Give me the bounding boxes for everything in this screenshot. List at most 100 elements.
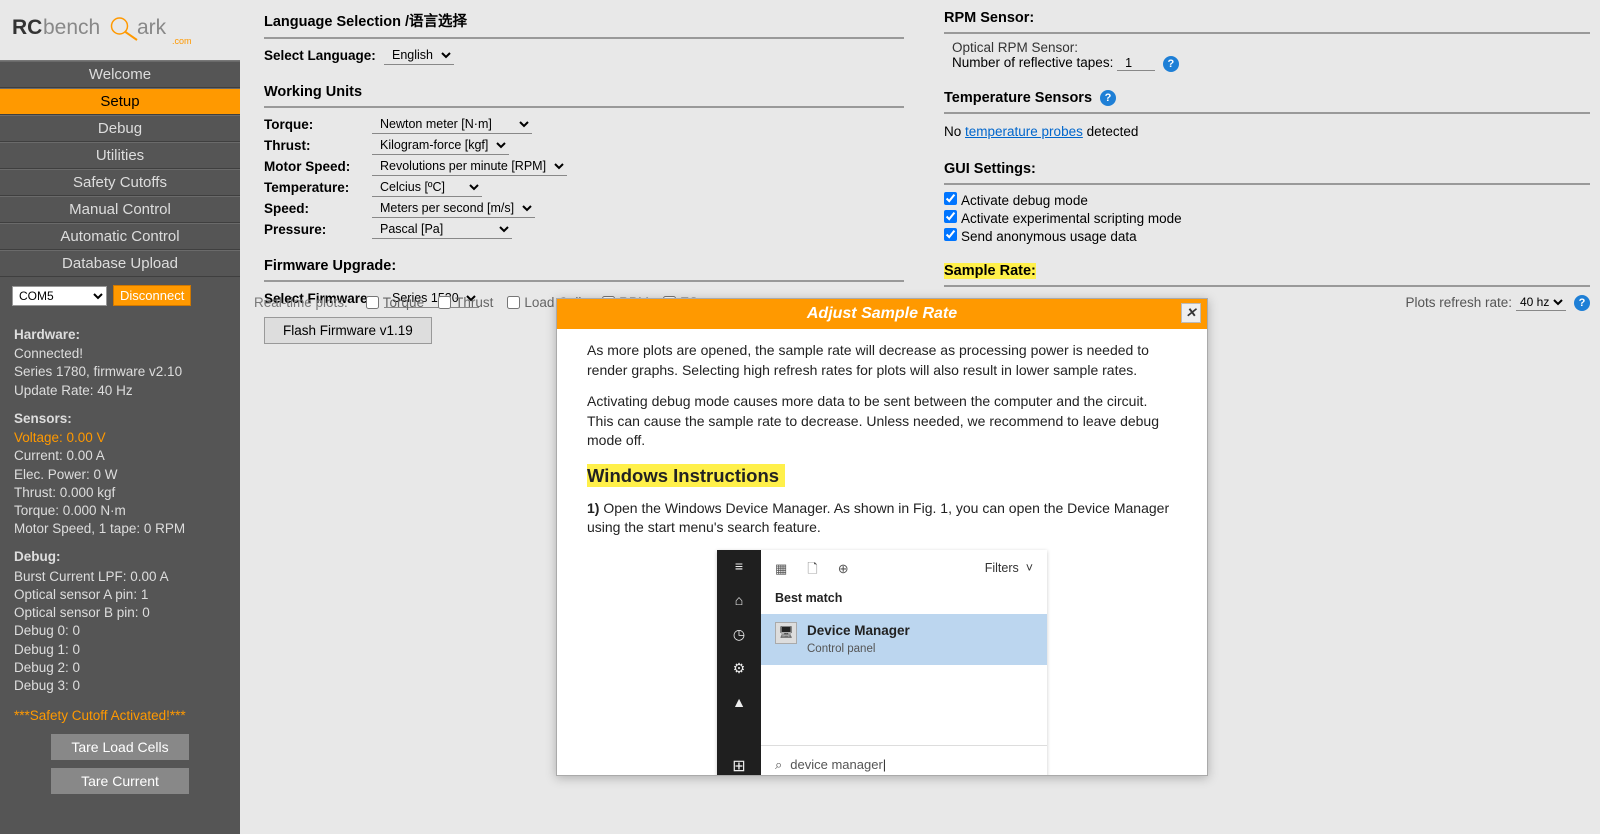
search-row: ⌕ device manager: [761, 745, 1047, 775]
sensor-current: Current: 0.00 A: [14, 447, 226, 465]
temp-no: No: [944, 124, 965, 139]
speed-select[interactable]: Meters per second [m/s]: [372, 199, 535, 218]
debug-mode-checkbox[interactable]: [944, 192, 957, 205]
motor-speed-label: Motor Speed:: [264, 159, 372, 174]
logo: RC bench ark .com: [0, 0, 240, 60]
adjust-sample-rate-modal: Adjust Sample Rate ✕ As more plots are o…: [556, 298, 1208, 776]
debug-1: Debug 1: 0: [14, 641, 226, 659]
nav-welcome[interactable]: Welcome: [0, 61, 240, 88]
svg-text:bench: bench: [43, 16, 100, 39]
refresh-select[interactable]: 40 hz: [1516, 294, 1566, 311]
usage-data-checkbox[interactable]: [944, 228, 957, 241]
plot-torque[interactable]: Torque: [366, 295, 424, 310]
motor-speed-select[interactable]: Revolutions per minute [RPM]: [372, 157, 567, 176]
nav-automatic-control[interactable]: Automatic Control: [0, 223, 240, 250]
debug-optA: Optical sensor A pin: 1: [14, 586, 226, 604]
temperature-select[interactable]: Celcius [ºC]: [372, 178, 482, 197]
home-icon: ⌂: [730, 594, 748, 608]
svg-text:RC: RC: [12, 16, 42, 39]
scripting-checkbox[interactable]: [944, 210, 957, 223]
person-icon: ▲: [730, 696, 748, 710]
refresh-label: Plots refresh rate:: [1405, 295, 1512, 310]
plots-label: Real-time plots:: [254, 295, 348, 310]
search-text: device manager: [790, 756, 886, 774]
temperature-probes-link[interactable]: temperature probes: [965, 124, 1083, 139]
hw-connected: Connected!: [14, 345, 226, 363]
hardware-block: Hardware: Connected! Series 1780, firmwa…: [0, 314, 240, 727]
hw-series: Series 1780, firmware v2.10: [14, 363, 226, 381]
tapes-input[interactable]: [1117, 56, 1155, 71]
torque-label: Torque:: [264, 117, 372, 132]
device-manager-result: 🖥 Device Manager Control panel: [761, 614, 1047, 665]
debug-mode-label: Activate debug mode: [961, 193, 1088, 208]
hw-rate: Update Rate: 40 Hz: [14, 382, 226, 400]
temp-detected: detected: [1083, 124, 1139, 139]
pressure-label: Pressure:: [264, 222, 372, 237]
disconnect-button[interactable]: Disconnect: [113, 285, 191, 306]
svg-text:ark: ark: [137, 16, 167, 39]
speed-label: Speed:: [264, 201, 372, 216]
tare-load-cells-button[interactable]: Tare Load Cells: [50, 733, 190, 761]
plot-thrust[interactable]: Thrust: [438, 295, 493, 310]
filters-dropdown: Filters ˅: [985, 560, 1033, 578]
modal-step1: 1) Open the Windows Device Manager. As s…: [587, 499, 1177, 538]
com-port-select[interactable]: COM5: [12, 286, 107, 306]
nav-setup[interactable]: Setup: [0, 88, 240, 115]
nav: Welcome Setup Debug Utilities Safety Cut…: [0, 60, 240, 277]
modal-p1: As more plots are opened, the sample rat…: [587, 341, 1177, 380]
rpm-optical-label: Optical RPM Sensor:: [952, 40, 1590, 55]
device-icon: 🖥: [775, 622, 797, 644]
nav-safety-cutoffs[interactable]: Safety Cutoffs: [0, 169, 240, 196]
thrust-select[interactable]: Kilogram-force [kgf]: [372, 136, 509, 155]
pressure-select[interactable]: Pascal [Pa]: [372, 220, 512, 239]
tare-current-button[interactable]: Tare Current: [50, 767, 190, 795]
svg-text:.com: .com: [172, 36, 192, 46]
torque-select[interactable]: Newton meter [N·m]: [372, 115, 532, 134]
dm-sidebar: ≡ ⌂ ◷ ⚙ ▲ ⊞: [717, 550, 761, 775]
gui-section-title: GUI Settings:: [944, 157, 1590, 185]
windows-instructions-heading: Windows Instructions: [587, 463, 1177, 489]
windows-icon: ⊞: [730, 760, 748, 774]
rpm-section-title: RPM Sensor:: [944, 6, 1590, 34]
debug-burst: Burst Current LPF: 0.00 A: [14, 568, 226, 586]
search-icon: ⌕: [775, 756, 782, 774]
thrust-label: Thrust:: [264, 138, 372, 153]
info-icon[interactable]: ?: [1100, 90, 1116, 106]
sensor-power: Elec. Power: 0 W: [14, 466, 226, 484]
usage-data-label: Send anonymous usage data: [961, 229, 1137, 244]
gear-icon: ⚙: [730, 662, 748, 676]
sensor-voltage: Voltage: 0.00 V: [14, 429, 226, 447]
sidebar: RC bench ark .com Welcome Setup Debug Ut…: [0, 0, 240, 834]
debug-0: Debug 0: 0: [14, 622, 226, 640]
best-match-label: Best match: [761, 586, 1047, 614]
result-title: Device Manager: [807, 622, 910, 641]
info-icon[interactable]: ?: [1163, 56, 1179, 72]
flash-firmware-button[interactable]: Flash Firmware v1.19: [264, 317, 432, 344]
debug-3: Debug 3: 0: [14, 677, 226, 695]
nav-database-upload[interactable]: Database Upload: [0, 250, 240, 277]
language-section-title: Language Selection /语言选择: [264, 6, 904, 39]
sensor-torque: Torque: 0.000 N·m: [14, 502, 226, 520]
temp-sensors-title: Temperature Sensors ?: [944, 86, 1590, 114]
nav-manual-control[interactable]: Manual Control: [0, 196, 240, 223]
clock-icon: ◷: [730, 628, 748, 642]
sensor-motor: Motor Speed, 1 tape: 0 RPM: [14, 520, 226, 538]
result-subtitle: Control panel: [807, 641, 910, 657]
modal-close-button[interactable]: ✕: [1181, 303, 1201, 323]
units-section-title: Working Units: [264, 80, 904, 108]
hamburger-icon: ≡: [730, 560, 748, 574]
sample-rate-title: Sample Rate:: [944, 259, 1590, 287]
hardware-header: Hardware:: [14, 326, 226, 344]
firmware-section-title: Firmware Upgrade:: [264, 254, 904, 282]
scripting-label: Activate experimental scripting mode: [961, 211, 1182, 226]
language-select[interactable]: English: [384, 46, 454, 65]
modal-title: Adjust Sample Rate ✕: [557, 299, 1207, 329]
modal-p2: Activating debug mode causes more data t…: [587, 392, 1177, 451]
nav-debug[interactable]: Debug: [0, 115, 240, 142]
modal-body[interactable]: As more plots are opened, the sample rat…: [557, 329, 1207, 775]
info-icon[interactable]: ?: [1574, 295, 1590, 311]
sensors-header: Sensors:: [14, 410, 226, 428]
nav-utilities[interactable]: Utilities: [0, 142, 240, 169]
sensor-thrust: Thrust: 0.000 kgf: [14, 484, 226, 502]
temperature-label: Temperature:: [264, 180, 372, 195]
